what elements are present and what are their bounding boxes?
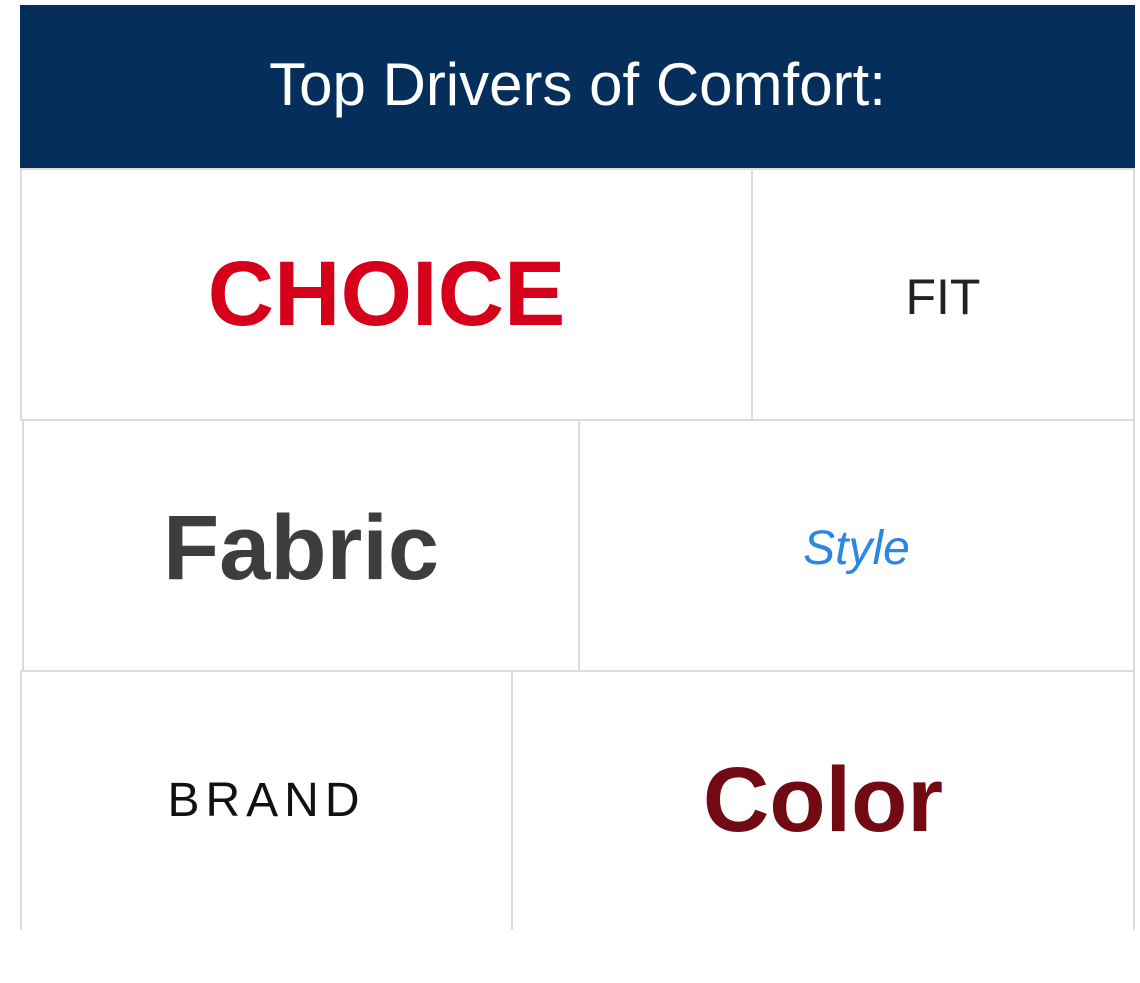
driver-cell-color: Color [511, 670, 1135, 930]
driver-cell-choice: CHOICE [20, 168, 753, 421]
driver-fit-label: FIT [905, 268, 981, 325]
header-banner: Top Drivers of Comfort: [20, 5, 1135, 168]
page-title: Top Drivers of Comfort: [269, 51, 886, 118]
driver-style-label: Style [803, 522, 910, 575]
driver-brand-label: BRAND [167, 773, 366, 827]
driver-color-label: Color [702, 748, 944, 851]
driver-fabric-label: Fabric [162, 497, 440, 599]
driver-cell-fabric: Fabric [22, 419, 580, 672]
driver-choice-label: CHOICE [207, 243, 566, 345]
driver-cell-brand: BRAND [20, 670, 513, 930]
driver-cell-fit: FIT [751, 168, 1135, 421]
driver-cell-style: Style [578, 419, 1135, 672]
